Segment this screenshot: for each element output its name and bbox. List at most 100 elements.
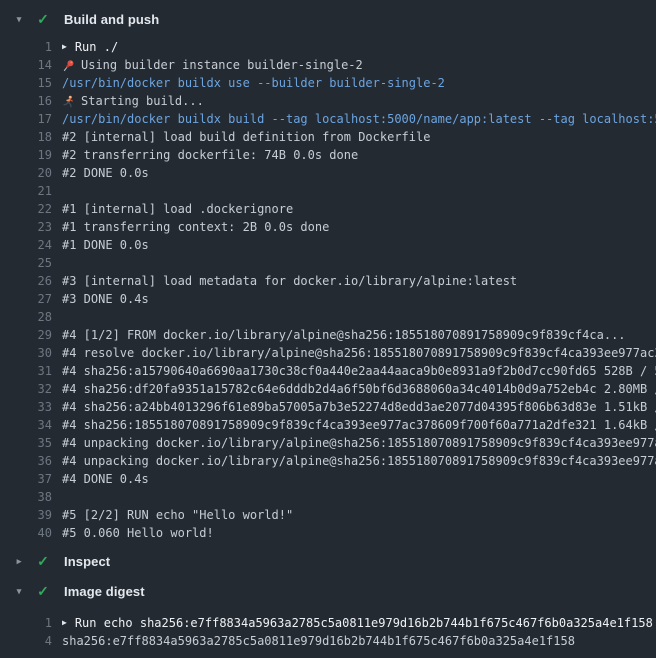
log-line: 18#2 [internal] load build definition fr… [0,128,656,146]
log-line: 34 #4 sha256:185518070891758909c9f839cf4c… [0,416,656,434]
line-number[interactable]: 18 [0,128,52,146]
chevron-down-icon[interactable]: ▾ [8,14,30,25]
line-number[interactable]: 39 [0,506,52,524]
log-line-content: #4 unpacking docker.io/library/alpine@sh… [52,434,656,452]
expand-arrow-icon[interactable]: ▶ [62,43,67,51]
line-number[interactable]: 36 [0,452,52,470]
line-number[interactable]: 33 [0,398,52,416]
log-line-content: #4 sha256:a24bb4013296f61e89ba57005a7b3e… [52,398,656,416]
success-check-icon: ✓ [30,553,56,570]
line-number[interactable]: 1 [0,614,52,632]
line-number[interactable]: 4 [0,632,52,650]
line-number[interactable]: 23 [0,218,52,236]
section-title: Inspect [64,554,110,569]
log-line: 16Starting build... [0,92,656,110]
line-number[interactable]: 20 [0,164,52,182]
pushpin-icon [62,59,75,72]
line-number[interactable]: 34 [0,416,52,434]
line-number[interactable]: 14 [0,56,52,74]
log-text: #4 sha256:185518070891758909c9f839cf4ca3… [62,416,656,434]
log-text: #1 [internal] load .dockerignore [62,200,293,218]
line-number[interactable]: 38 [0,488,52,506]
line-number[interactable]: 32 [0,380,52,398]
log-line-content: #1 DONE 0.0s [52,236,656,254]
log-line-content: ▶Run echo sha256:e7ff8834a5963a2785c5a08… [52,614,656,632]
log-line-content: /usr/bin/docker buildx build --tag local… [52,110,656,128]
line-number[interactable]: 26 [0,272,52,290]
log-line: 14Using builder instance builder-single-… [0,56,656,74]
log-text: #2 DONE 0.0s [62,164,149,182]
line-number[interactable]: 24 [0,236,52,254]
line-number[interactable]: 19 [0,146,52,164]
line-number[interactable]: 35 [0,434,52,452]
section-header-build-and-push[interactable]: ▾✓Build and push [0,6,656,32]
log-line: 24#1 DONE 0.0s [0,236,656,254]
log-line-content: #3 [internal] load metadata for docker.i… [52,272,656,290]
log-line-content: #4 [1/2] FROM docker.io/library/alpine@s… [52,326,656,344]
success-check-icon: ✓ [30,11,56,28]
log-line: 4sha256:e7ff8834a5963a2785c5a0811e979d16… [0,632,656,650]
log-line: 37#4 DONE 0.4s [0,470,656,488]
line-number[interactable]: 30 [0,344,52,362]
line-number[interactable]: 21 [0,182,52,200]
log-line-content: #1 transferring context: 2B 0.0s done [52,218,656,236]
log-line: 27 #3 DONE 0.4s [0,290,656,308]
log-line: 20 #2 DONE 0.0s [0,164,656,182]
log-line: 19#2 transferring dockerfile: 74B 0.0s d… [0,146,656,164]
line-number[interactable]: 31 [0,362,52,380]
log-text: #4 [1/2] FROM docker.io/library/alpine@s… [62,326,626,344]
line-number[interactable]: 27 [0,290,52,308]
log-text: /usr/bin/docker buildx build --tag local… [62,110,656,128]
log-line: 29 #4 [1/2] FROM docker.io/library/alpine… [0,326,656,344]
log-text: #3 DONE 0.4s [62,290,149,308]
log-text: #1 transferring context: 2B 0.0s done [62,218,329,236]
line-number[interactable]: 22 [0,200,52,218]
log-line: 23 #1 transferring context: 2B 0.0s done [0,218,656,236]
line-number[interactable]: 16 [0,92,52,110]
log-line: 32#4 sha256:df20fa9351a15782c64e6dddb2d4… [0,380,656,398]
log-text: Run ./ [75,38,118,56]
line-number[interactable]: 15 [0,74,52,92]
log-line: 36 #4 unpacking docker.io/library/alpine@… [0,452,656,470]
log-line-content: #5 0.060 Hello world! [52,524,656,542]
section-header-image-digest[interactable]: ▾✓Image digest [0,578,656,604]
log-line-content: ▶ Run ./ [52,38,656,56]
log-line-content: sha256:e7ff8834a5963a2785c5a0811e979d16b… [52,632,656,650]
log-line: 38 [0,488,656,506]
section-title: Image digest [64,584,145,599]
section-image-digest: ▾✓Image digest 1▶Run echo sha256:e7ff8834… [0,578,656,650]
log-text: #4 sha256:a15790640a6690aa1730c38cf0a440… [62,362,656,380]
line-number[interactable]: 25 [0,254,52,272]
section-build-and-push: ▾✓Build and push1▶Run ./14Using builder … [0,6,656,542]
log-line-content: Using builder instance builder-single-2 [52,56,656,74]
line-number[interactable]: 17 [0,110,52,128]
log-line: 21 [0,182,656,200]
line-number[interactable]: 37 [0,470,52,488]
line-number[interactable]: 40 [0,524,52,542]
section-header-inspect[interactable]: ▸✓ Inspect [0,548,656,574]
line-number[interactable]: 28 [0,308,52,326]
log-line-content: /usr/bin/docker buildx use --builder bui… [52,74,656,92]
log-line: 17/usr/bin/docker buildx build --tag loc… [0,110,656,128]
line-number[interactable]: 29 [0,326,52,344]
log-text: #4 unpacking docker.io/library/alpine@sh… [62,452,656,470]
log-text: #4 sha256:a24bb4013296f61e89ba57005a7b3e… [62,398,656,416]
section-inspect: ▸✓ Inspect [0,548,656,574]
log-line: 15/usr/bin/docker buildx use --builder b… [0,74,656,92]
log-line: 22 #1 [internal] load .dockerignore [0,200,656,218]
log-line-content: #4 sha256:df20fa9351a15782c64e6dddb2d4a6… [52,380,656,398]
log-line-content: #1 [internal] load .dockerignore [52,200,656,218]
log-line: 31 #4 sha256:a15790640a6690aa1730c38cf0a4… [0,362,656,380]
chevron-down-icon[interactable]: ▾ [8,586,30,597]
runner-icon [62,95,75,108]
log-text: #4 resolve docker.io/library/alpine@sha2… [62,344,656,362]
log-line: 30 #4 resolve docker.io/library/alpine@sh… [0,344,656,362]
log-lines: 1▶Run ./14Using builder instance builder… [0,38,656,542]
chevron-right-icon[interactable]: ▸ [8,556,30,567]
log-line: 25 [0,254,656,272]
log-line-content: #5 [2/2] RUN echo "Hello world!" [52,506,656,524]
log-line-content: #3 DONE 0.4s [52,290,656,308]
line-number[interactable]: 1 [0,38,52,56]
expand-arrow-icon[interactable]: ▶ [62,619,67,627]
log-line-content: #2 DONE 0.0s [52,164,656,182]
